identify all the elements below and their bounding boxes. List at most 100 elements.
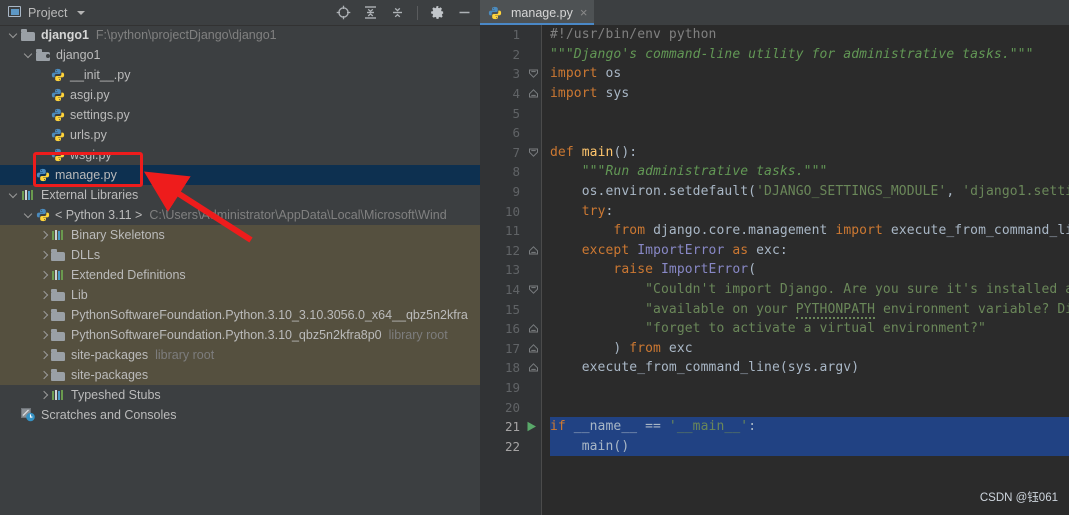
- minimize-icon[interactable]: [457, 5, 472, 20]
- code-token: ): [550, 340, 630, 356]
- code-token: sys: [605, 86, 630, 102]
- code-line-19[interactable]: 19: [480, 378, 1069, 398]
- tree-item-urls-py[interactable]: urls.py: [0, 125, 480, 145]
- fold-end-icon[interactable]: [528, 88, 539, 99]
- project-tree[interactable]: django1 F:\python\projectDjango\django1 dj…: [0, 25, 480, 515]
- code-token: if: [550, 419, 574, 435]
- chevron-right-icon[interactable]: [37, 265, 51, 285]
- tree-item-binary-skeletons[interactable]: Binary Skeletons: [0, 225, 480, 245]
- tree-item-label: manage.py: [55, 168, 117, 182]
- code-token: "available on your: [550, 301, 796, 317]
- chevron-right-icon[interactable]: [37, 365, 51, 385]
- code-line-9[interactable]: 9 os.environ.setdefault('DJANGO_SETTINGS…: [480, 182, 1069, 202]
- code-line-3[interactable]: 3 import os: [480, 64, 1069, 84]
- code-lines[interactable]: 1 #!/usr/bin/env python 2 """Django's comma…: [480, 25, 1069, 456]
- code-token: ImportError: [660, 262, 749, 278]
- tree-item-django1-module[interactable]: django1: [0, 45, 480, 65]
- fold-end-icon[interactable]: [528, 343, 539, 354]
- code-line-14[interactable]: 14 "Couldn't import Django. Are you sure…: [480, 280, 1069, 300]
- code-token: main(): [550, 438, 630, 454]
- code-line-7[interactable]: 7 def main():: [480, 143, 1069, 163]
- code-line-text: import sys: [550, 86, 629, 101]
- code-token: environment variable? Di: [875, 301, 1069, 317]
- close-icon[interactable]: ×: [580, 6, 588, 19]
- locate-target-icon[interactable]: [336, 5, 351, 20]
- folder-icon: [21, 29, 36, 42]
- code-content-area[interactable]: 1 #!/usr/bin/env python 2 """Django's comma…: [480, 25, 1069, 515]
- code-line-15[interactable]: 15 "available on your PYTHONPATH environ…: [480, 299, 1069, 319]
- code-token: (: [748, 262, 757, 278]
- code-line-text: #!/usr/bin/env python: [550, 27, 716, 42]
- tree-item-init-py[interactable]: __init__.py: [0, 65, 480, 85]
- code-line-10[interactable]: 10 try:: [480, 201, 1069, 221]
- code-line-16[interactable]: 16 "forget to activate a virtual environ…: [480, 319, 1069, 339]
- gear-icon[interactable]: [430, 5, 445, 20]
- tree-item-python-311[interactable]: < Python 3.11 > C:\Users\Administrator\Ap…: [0, 205, 480, 225]
- chevron-down-icon[interactable]: [22, 45, 36, 65]
- code-line-6[interactable]: 6: [480, 123, 1069, 143]
- expand-all-icon[interactable]: [363, 5, 378, 20]
- chevron-right-icon[interactable]: [37, 385, 51, 405]
- project-panel-title: Project: [28, 5, 68, 20]
- tree-item-scratches-and-consoles[interactable]: Scratches and Consoles: [0, 405, 480, 425]
- chevron-right-icon[interactable]: [37, 325, 51, 345]
- python-sdk-icon: [36, 208, 50, 222]
- tree-item-manage-py[interactable]: manage.py: [0, 165, 480, 185]
- code-line-22[interactable]: 22 main(): [480, 436, 1069, 456]
- chevron-down-icon[interactable]: [76, 10, 85, 15]
- tree-item-settings-py[interactable]: settings.py: [0, 105, 480, 125]
- chevron-down-icon[interactable]: [7, 185, 21, 205]
- fold-start-icon[interactable]: [528, 68, 539, 79]
- code-line-12[interactable]: 12 except ImportError as exc:: [480, 241, 1069, 261]
- chevron-right-icon[interactable]: [37, 305, 51, 325]
- tree-item-psf-python-310-qbz[interactable]: PythonSoftwareFoundation.Python.3.10_qbz…: [0, 325, 480, 345]
- tree-item-wsgi-py[interactable]: wsgi.py: [0, 145, 480, 165]
- tree-item-external-libraries[interactable]: External Libraries: [0, 185, 480, 205]
- code-line-1[interactable]: 1 #!/usr/bin/env python: [480, 25, 1069, 45]
- code-line-2[interactable]: 2 """Django's command-line utility for ad…: [480, 45, 1069, 65]
- line-number: 22: [504, 438, 520, 454]
- fold-end-icon[interactable]: [528, 362, 539, 373]
- tree-item-site-packages-2[interactable]: site-packages: [0, 365, 480, 385]
- collapse-all-icon[interactable]: [390, 5, 405, 20]
- tree-item-asgi-py[interactable]: asgi.py: [0, 85, 480, 105]
- fold-end-icon[interactable]: [528, 245, 539, 256]
- folder-icon: [51, 329, 66, 342]
- tree-item-label: Binary Skeletons: [71, 228, 165, 242]
- chevron-right-icon[interactable]: [37, 285, 51, 305]
- tree-item-psf-python-3103056[interactable]: PythonSoftwareFoundation.Python.3.10_3.1…: [0, 305, 480, 325]
- fold-end-icon[interactable]: [528, 323, 539, 334]
- code-line-4[interactable]: 4 import sys: [480, 84, 1069, 104]
- chevron-down-icon[interactable]: [7, 25, 21, 45]
- tree-item-extended-definitions[interactable]: Extended Definitions: [0, 265, 480, 285]
- run-gutter-icon[interactable]: [526, 421, 537, 436]
- tree-item-lib[interactable]: Lib: [0, 285, 480, 305]
- code-token: import: [835, 223, 891, 239]
- tree-twisty-placeholder: [37, 125, 51, 145]
- chevron-right-icon[interactable]: [37, 245, 51, 265]
- fold-start-icon[interactable]: [528, 147, 539, 158]
- line-number: 15: [504, 301, 520, 317]
- chevron-down-icon[interactable]: [22, 205, 36, 225]
- chevron-right-icon[interactable]: [37, 345, 51, 365]
- fold-start-icon[interactable]: [528, 284, 539, 295]
- line-number: 20: [504, 399, 520, 415]
- code-line-18[interactable]: 18 execute_from_command_line(sys.argv): [480, 358, 1069, 378]
- tree-item-site-packages-root[interactable]: site-packages library root: [0, 345, 480, 365]
- code-line-13[interactable]: 13 raise ImportError(: [480, 260, 1069, 280]
- code-line-20[interactable]: 20: [480, 397, 1069, 417]
- chevron-right-icon[interactable]: [37, 225, 51, 245]
- code-line-text: except ImportError as exc:: [550, 243, 788, 258]
- tree-item-typeshed-stubs[interactable]: Typeshed Stubs: [0, 385, 480, 405]
- code-token: "Couldn't import Django. Are you sure it…: [550, 282, 1069, 298]
- editor-tab-manage-py[interactable]: manage.py ×: [480, 0, 595, 25]
- code-line-17[interactable]: 17 ) from exc: [480, 339, 1069, 359]
- code-line-21[interactable]: 21 if __name__ == '__main__':: [480, 417, 1069, 437]
- code-line-11[interactable]: 11 from django.core.management import ex…: [480, 221, 1069, 241]
- code-token: ImportError: [637, 242, 733, 258]
- code-line-5[interactable]: 5: [480, 103, 1069, 123]
- code-line-8[interactable]: 8 """Run administrative tasks.""": [480, 162, 1069, 182]
- tree-item-django1-root[interactable]: django1 F:\python\projectDjango\django1: [0, 25, 480, 45]
- tree-item-dlls[interactable]: DLLs: [0, 245, 480, 265]
